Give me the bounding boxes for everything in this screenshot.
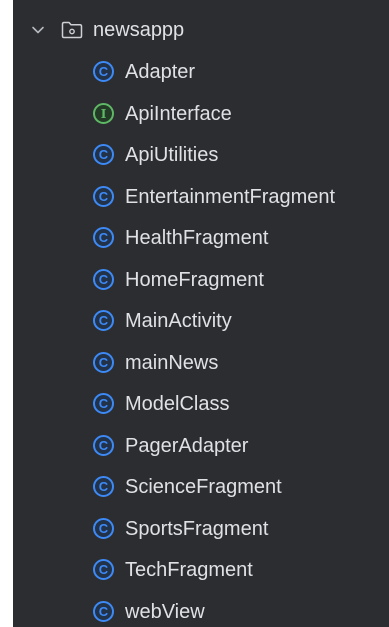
class-icon: C <box>93 227 114 248</box>
tree-item[interactable]: C ScienceFragment <box>13 467 389 508</box>
class-icon: C <box>93 559 114 580</box>
tree-item[interactable]: C Adapter <box>13 52 389 93</box>
tree-item-label: MainActivity <box>125 310 232 332</box>
tree-item-label: ScienceFragment <box>125 476 282 498</box>
tree-item-label: HealthFragment <box>125 227 269 249</box>
chevron-down-icon[interactable] <box>30 22 46 38</box>
class-icon: C <box>93 269 114 290</box>
tree-item-label: mainNews <box>125 352 219 374</box>
tree-item[interactable]: C MainActivity <box>13 301 389 342</box>
project-tree-panel: newsappp C Adapter I ApiInterface C ApiUtilit… <box>13 0 389 627</box>
tree-item-label: ModelClass <box>125 393 230 415</box>
class-icon: C <box>93 352 114 373</box>
tree-item[interactable]: C ModelClass <box>13 384 389 425</box>
tree-item[interactable]: C HomeFragment <box>13 260 389 301</box>
tree-item[interactable]: C EntertainmentFragment <box>13 177 389 218</box>
tree-item[interactable]: I ApiInterface <box>13 94 389 135</box>
class-icon: C <box>93 601 114 622</box>
tree-item[interactable]: C HealthFragment <box>13 218 389 259</box>
tree-item[interactable]: C ApiUtilities <box>13 135 389 176</box>
class-icon: C <box>93 435 114 456</box>
tree-item-label: Adapter <box>125 61 196 83</box>
class-icon: C <box>93 310 114 331</box>
tree-item-label: webView <box>125 601 205 623</box>
tree-item-label: ApiUtilities <box>125 144 219 166</box>
tree-item[interactable]: CwebView <box>13 592 389 627</box>
tree-item-label: TechFragment <box>125 559 253 581</box>
class-icon: C <box>93 476 114 497</box>
class-icon: C <box>93 61 114 82</box>
tree-item[interactable]: C TechFragment <box>13 550 389 591</box>
class-icon: C <box>93 518 114 539</box>
tree-item-label: PagerAdapter <box>125 435 249 457</box>
tree-item[interactable]: C PagerAdapter <box>13 426 389 467</box>
folder-label: newsappp <box>93 19 185 41</box>
tree-item-label: EntertainmentFragment <box>125 186 336 208</box>
tree-folder-newsappp[interactable]: newsappp <box>13 10 389 51</box>
tree-item[interactable]: C SportsFragment <box>13 509 389 550</box>
tree-item-label: ApiInterface <box>125 103 232 125</box>
class-icon: C <box>93 186 114 207</box>
class-icon: C <box>93 393 114 414</box>
tree-item-label: SportsFragment <box>125 518 269 540</box>
interface-icon: I <box>93 103 114 124</box>
tree-item-label: HomeFragment <box>125 269 264 291</box>
tree-item[interactable]: CmainNews <box>13 343 389 384</box>
class-icon: C <box>93 144 114 165</box>
package-folder-icon <box>61 21 83 39</box>
